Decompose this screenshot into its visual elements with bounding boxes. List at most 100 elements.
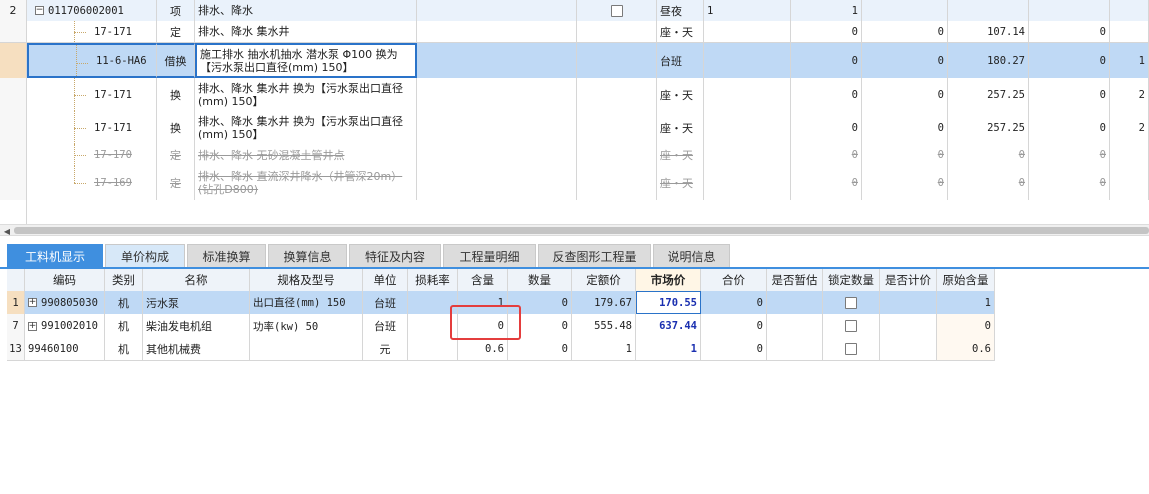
quota-cell-qty[interactable]: 0: [791, 43, 862, 78]
tab-4[interactable]: 特征及内容: [349, 244, 441, 267]
resource-cell-loss[interactable]: [408, 338, 458, 360]
quota-cell-c5[interactable]: [417, 0, 577, 21]
quota-cell-qty_expr[interactable]: [704, 21, 791, 42]
tab-5[interactable]: 工程量明细: [443, 244, 536, 267]
resource-cell-quota[interactable]: 1: [572, 338, 636, 360]
quota-cell-code[interactable]: 17-170: [27, 144, 157, 166]
quota-cell-chk[interactable]: [577, 21, 657, 42]
quota-cell-name[interactable]: 排水、降水: [195, 0, 417, 21]
quota-cell-code[interactable]: 17-171: [27, 21, 157, 42]
resource-header-orig[interactable]: 原始含量: [937, 269, 995, 291]
quota-cell-name[interactable]: 排水、降水 集水井 换为【污水泵出口直径(mm) 150】: [195, 111, 417, 144]
horizontal-scrollbar[interactable]: ◀: [0, 224, 1149, 236]
resource-header-quota[interactable]: 定额价: [572, 269, 636, 291]
resource-cell-est[interactable]: [767, 314, 823, 338]
resource-row[interactable]: 13 99460100 机 其他机械费 元 0.6 0 1 1 0 0.6: [7, 338, 995, 361]
quota-cell-c13[interactable]: [1110, 0, 1149, 21]
resource-cell-name[interactable]: 柴油发电机组: [143, 314, 250, 338]
resource-header-spec[interactable]: 规格及型号: [250, 269, 363, 291]
resource-cell-name[interactable]: 污水泵: [143, 291, 250, 314]
quota-cell-c5[interactable]: [417, 166, 577, 200]
resource-cell-priced[interactable]: [880, 314, 937, 338]
quota-cell-name[interactable]: 排水、降水 直流深井降水（井管深20m）(钻孔D800): [195, 166, 417, 200]
quota-cell-amount[interactable]: 0: [862, 78, 948, 111]
resource-cell-market[interactable]: 170.55: [636, 291, 701, 314]
quota-cell-type[interactable]: 定: [157, 21, 195, 42]
lock-quantity-checkbox[interactable]: [845, 296, 857, 309]
quota-cell-unit[interactable]: 座・天: [657, 78, 704, 111]
quota-cell-amount[interactable]: 0: [862, 166, 948, 200]
scrollbar-thumb[interactable]: [14, 227, 1149, 234]
quota-cell-amount[interactable]: 0: [862, 43, 948, 78]
quota-cell-total[interactable]: [1029, 0, 1110, 21]
quota-cell-total[interactable]: 0: [1029, 78, 1110, 111]
quota-cell-type[interactable]: 换: [157, 111, 195, 144]
resource-cell-est[interactable]: [767, 291, 823, 314]
resource-cell-code[interactable]: 99460100: [25, 338, 105, 360]
quota-cell-amount[interactable]: [862, 0, 948, 21]
quota-cell-code[interactable]: 17-169: [27, 166, 157, 200]
quota-cell-c5[interactable]: [417, 144, 577, 166]
resource-cell-content[interactable]: 0.6: [458, 338, 508, 360]
quota-cell-unit[interactable]: 座・天: [657, 111, 704, 144]
quota-cell-qty[interactable]: 0: [791, 111, 862, 144]
quota-cell-unit_price[interactable]: 257.25: [948, 78, 1029, 111]
quota-cell-name[interactable]: 排水、降水 集水井: [195, 21, 417, 42]
quota-row[interactable]: 2 −011706002001 项 排水、降水 昼夜 1 1: [0, 0, 1149, 22]
quota-cell-name[interactable]: 排水、降水 无砂混凝土管井点: [195, 144, 417, 166]
quota-cell-total[interactable]: 0: [1029, 166, 1110, 200]
resource-cell-lock[interactable]: [823, 291, 880, 314]
resource-header-market[interactable]: 市场价: [636, 269, 701, 291]
quota-cell-type[interactable]: 项: [157, 0, 195, 21]
quota-row[interactable]: 11-6-HA6 借换 施工排水 抽水机抽水 潜水泵 Φ100 换为【污水泵出口直径…: [0, 43, 1149, 79]
quota-cell-qty_expr[interactable]: [704, 78, 791, 111]
resource-header-num[interactable]: [7, 269, 25, 291]
quota-cell-qty_expr[interactable]: [704, 111, 791, 144]
resource-cell-spec[interactable]: [250, 338, 363, 360]
quota-cell-chk[interactable]: [577, 144, 657, 166]
resource-cell-name[interactable]: 其他机械费: [143, 338, 250, 360]
quota-cell-c5[interactable]: [417, 78, 577, 111]
resource-header-unit[interactable]: 单位: [363, 269, 408, 291]
resource-cell-total[interactable]: 0: [701, 291, 767, 314]
tab-1[interactable]: 单价构成: [105, 244, 185, 267]
resource-cell-spec[interactable]: 功率(kw) 50: [250, 314, 363, 338]
quota-cell-unit_price[interactable]: [948, 0, 1029, 21]
quota-cell-name[interactable]: 排水、降水 集水井 换为【污水泵出口直径(mm) 150】: [195, 78, 417, 111]
quota-cell-c5[interactable]: [417, 111, 577, 144]
quota-cell-chk[interactable]: [577, 0, 657, 21]
quota-cell-qty_expr[interactable]: 1: [704, 0, 791, 21]
resource-header-content[interactable]: 含量: [458, 269, 508, 291]
tab-0[interactable]: 工料机显示: [7, 244, 103, 267]
tab-6[interactable]: 反查图形工程量: [538, 244, 651, 267]
quota-cell-unit[interactable]: 昼夜: [657, 0, 704, 21]
quota-cell-total[interactable]: 0: [1029, 43, 1110, 78]
quota-cell-code[interactable]: −011706002001: [27, 0, 157, 21]
expand-icon[interactable]: +: [28, 298, 37, 307]
resource-cell-total[interactable]: 0: [701, 314, 767, 338]
quota-cell-c13[interactable]: [1110, 21, 1149, 42]
collapse-icon[interactable]: −: [35, 6, 44, 15]
resource-cell-cat[interactable]: 机: [105, 338, 143, 360]
resource-cell-quota[interactable]: 179.67: [572, 291, 636, 314]
resource-cell-spec[interactable]: 出口直径(mm) 150: [250, 291, 363, 314]
quota-cell-c5[interactable]: [417, 43, 577, 78]
scroll-left-arrow-icon[interactable]: ◀: [2, 226, 12, 236]
resource-header-priced[interactable]: 是否计价: [880, 269, 937, 291]
resource-cell-quota[interactable]: 555.48: [572, 314, 636, 338]
resource-cell-market[interactable]: 637.44: [636, 314, 701, 338]
resource-header-loss[interactable]: 损耗率: [408, 269, 458, 291]
row-checkbox[interactable]: [610, 4, 623, 17]
quota-cell-code[interactable]: 17-171: [27, 78, 157, 111]
quota-row[interactable]: 17-171 定 排水、降水 集水井 座・天 0 0 107.14 0: [0, 21, 1149, 43]
resource-header-name[interactable]: 名称: [143, 269, 250, 291]
quota-cell-chk[interactable]: [577, 166, 657, 200]
resource-cell-orig[interactable]: 0.6: [937, 338, 995, 360]
quota-cell-name[interactable]: 施工排水 抽水机抽水 潜水泵 Φ100 换为【污水泵出口直径(mm) 150】: [195, 43, 417, 78]
quota-cell-chk[interactable]: [577, 78, 657, 111]
quota-cell-type[interactable]: 定: [157, 144, 195, 166]
resource-header-lock[interactable]: 锁定数量: [823, 269, 880, 291]
quota-row[interactable]: 17-169 定 排水、降水 直流深井降水（井管深20m）(钻孔D800) 座・天 0 0…: [0, 166, 1149, 201]
resource-cell-cat[interactable]: 机: [105, 314, 143, 338]
quota-cell-total[interactable]: 0: [1029, 111, 1110, 144]
